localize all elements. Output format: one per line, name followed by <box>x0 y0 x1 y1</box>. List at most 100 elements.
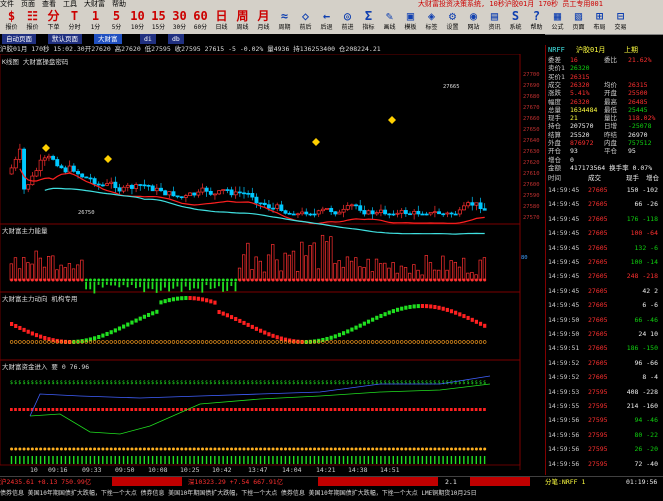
toolbar-button-9[interactable]: 60 60分 <box>191 9 210 33</box>
toolbar-button-2[interactable]: 分下单 <box>44 9 63 33</box>
toolbar-icon: ? <box>532 9 541 23</box>
fund-tick <box>263 456 266 464</box>
toolbar-button-28[interactable]: ⊞ 布局 <box>590 9 609 33</box>
fund-tick <box>371 456 374 464</box>
trade-price: 27605 <box>588 330 608 338</box>
toolbar-button-17[interactable]: Σ 指标 <box>359 9 378 33</box>
fund-tick <box>127 456 129 464</box>
toolbar-button-12[interactable]: 月月线 <box>254 9 273 33</box>
toolbar-button-29[interactable]: ⊟ 交易 <box>611 9 630 33</box>
trade-price: 27595 <box>588 430 608 439</box>
energy-dot <box>72 278 76 282</box>
fund-tick <box>214 456 216 464</box>
toolbar-button-15[interactable]: ← 后退 <box>317 9 336 33</box>
energy-bar <box>26 262 30 281</box>
fund-dollar-mark: $ <box>238 380 241 386</box>
menu-item-5[interactable]: 帮助 <box>112 0 126 8</box>
time-label: 09:50 <box>115 466 135 474</box>
fund-dollar-mark: $ <box>143 380 146 386</box>
tab-3[interactable]: di <box>140 34 156 44</box>
trend-block <box>221 311 225 316</box>
candle-body <box>17 148 22 160</box>
trade-price: 27605 <box>588 286 608 295</box>
tab-2[interactable]: 大财富 <box>94 34 122 44</box>
trend-ring <box>341 340 346 344</box>
candle-body <box>320 208 325 212</box>
energy-bar-down <box>176 282 179 287</box>
energy-dot <box>275 278 279 282</box>
toolbar-button-16[interactable]: ◎ 前进 <box>338 9 357 33</box>
toolbar-button-11[interactable]: 周周线 <box>233 9 252 33</box>
fund-bar <box>458 408 461 411</box>
fund-dot <box>68 447 72 451</box>
toolbar-button-3[interactable]: T 分时 <box>65 9 84 33</box>
quote-key: 现手 <box>548 114 561 123</box>
toolbar-button-14[interactable]: ◇ 前后 <box>296 9 315 33</box>
trade-row: 14:59:55 27595 214 -160 <box>548 401 662 412</box>
quote-row: 开仓 93 平仓 95 <box>548 147 662 155</box>
toolbar-button-1[interactable]: ☷ 报价 <box>23 9 42 33</box>
tab-1[interactable]: 默认页面 <box>48 34 82 44</box>
toolbar-button-4[interactable]: 1 1分 <box>86 9 105 33</box>
time-label: 10:25 <box>180 466 200 474</box>
fund-tick <box>454 456 457 464</box>
toolbar-button-13[interactable]: ≈ 周期 <box>275 9 294 33</box>
candle-body <box>291 213 296 216</box>
fund-dollar-mark: $ <box>467 380 470 386</box>
fund-tick <box>459 456 461 464</box>
menu-item-2[interactable]: 查看 <box>42 0 56 8</box>
candle-body <box>213 193 217 196</box>
toolbar-button-26[interactable]: ▦ 公式 <box>548 9 567 33</box>
trend-block <box>200 297 205 302</box>
toolbar-button-27[interactable]: ▧ 页面 <box>569 9 588 33</box>
candle-body <box>159 187 163 192</box>
fund-bar <box>205 408 208 411</box>
toolbar-button-18[interactable]: ✎ 画线 <box>380 9 399 33</box>
menu-item-1[interactable]: 页面 <box>21 0 35 8</box>
fund-dollar-mark: $ <box>296 380 299 386</box>
toolbar-button-24[interactable]: S 系统 <box>506 9 525 33</box>
fund-dollar-mark: $ <box>172 380 175 386</box>
fund-dot <box>14 447 18 451</box>
toolbar-button-6[interactable]: 10 10分 <box>128 9 147 33</box>
chart-area[interactable]: 27700 27690 27680 27670 27660 27650 27640 27630… <box>0 54 545 470</box>
toolbar-button-5[interactable]: 5 5分 <box>107 9 126 33</box>
fund-dot <box>176 447 180 451</box>
quote-value2: 25500 <box>628 89 648 98</box>
fund-dollar-mark: $ <box>450 380 453 386</box>
toolbar-button-8[interactable]: 30 30分 <box>170 9 189 33</box>
energy-bar <box>445 269 449 281</box>
energy-bar <box>337 260 341 281</box>
trend-ring <box>159 340 163 344</box>
fund-bar <box>358 408 362 411</box>
toolbar-button-7[interactable]: 15 15分 <box>149 9 168 33</box>
toolbar-button-20[interactable]: ◈ 标签 <box>422 9 441 33</box>
toolbar-button-23[interactable]: ▤ 资讯 <box>485 9 504 33</box>
tab-4[interactable]: db <box>168 34 184 44</box>
fund-dollar-mark: $ <box>147 380 150 386</box>
candle-body <box>258 202 263 205</box>
toolbar-button-19[interactable]: ▣ 模板 <box>401 9 420 33</box>
candle-body <box>84 176 89 179</box>
toolbar-button-25[interactable]: ? 帮助 <box>527 9 546 33</box>
news-ticker[interactable]: 债券信息 美国10年期国债扩大跌幅，下挫一个大点 债券信息 美国10年期国债扩大… <box>0 488 663 499</box>
toolbar-label: 1分 <box>90 24 101 31</box>
toolbar-button-21[interactable]: ⚙ 设置 <box>443 9 462 33</box>
toolbar-button-22[interactable]: ◉ 网站 <box>464 9 483 33</box>
trend-ring <box>466 340 470 344</box>
energy-dot <box>201 278 204 282</box>
menu-item-4[interactable]: 大财富 <box>84 0 105 8</box>
menu-item-3[interactable]: 工具 <box>63 0 77 8</box>
candle-body <box>113 181 118 189</box>
toolbar-button-0[interactable]: $ 报价 <box>2 9 21 33</box>
energy-dot <box>242 278 246 282</box>
trend-block <box>346 329 350 334</box>
fund-dot <box>43 447 47 451</box>
fund-bar <box>221 408 225 411</box>
menu-item-0[interactable]: 文件 <box>0 0 14 8</box>
energy-bar <box>51 255 55 281</box>
toolbar-button-10[interactable]: 日日线 <box>212 9 231 33</box>
signal-diamond-icon <box>388 116 396 124</box>
fund-dollar-mark: $ <box>155 380 158 386</box>
tab-0[interactable]: 自动页面 <box>2 34 36 44</box>
